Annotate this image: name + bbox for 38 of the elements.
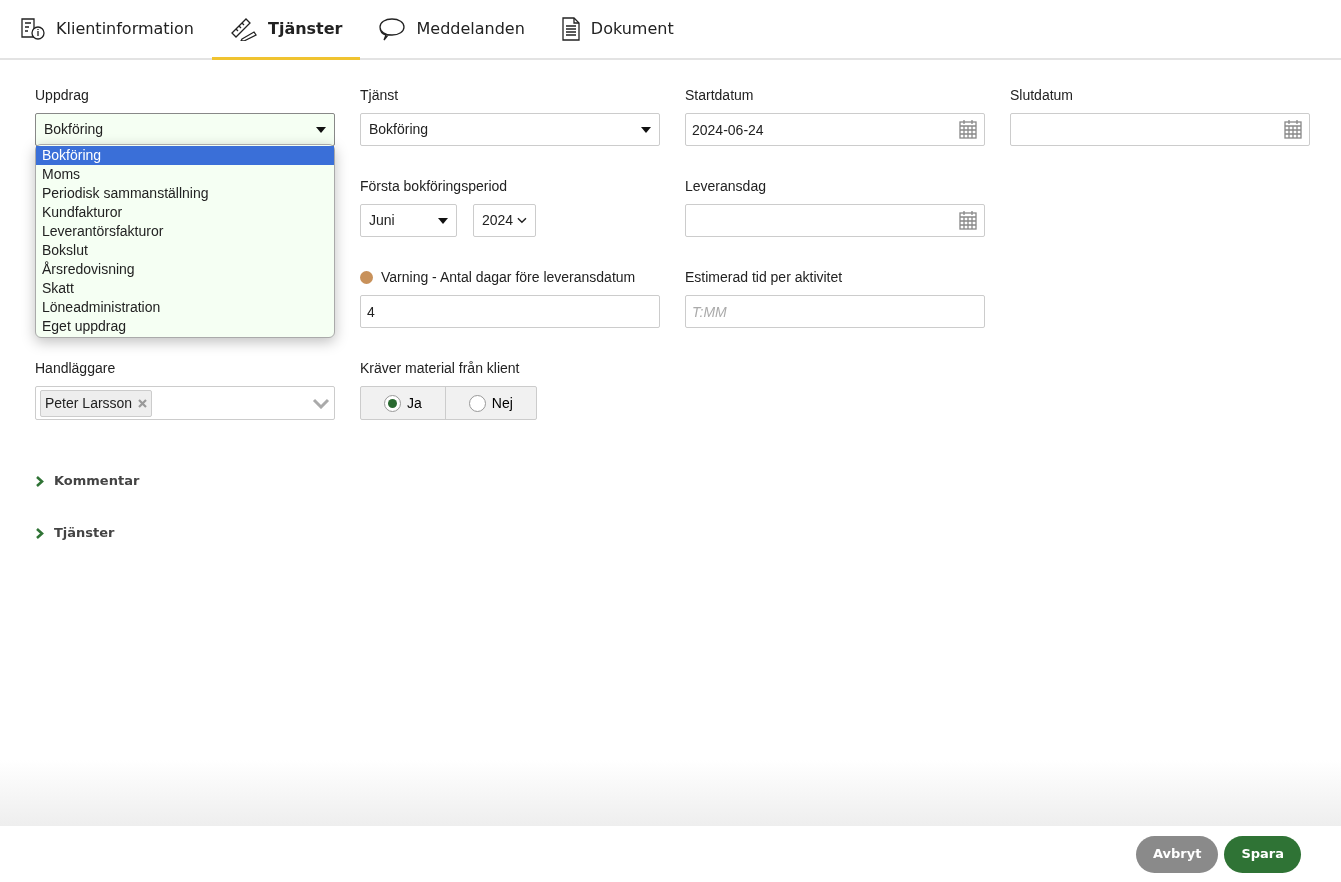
dropdown-option[interactable]: Årsredovisning <box>36 260 334 279</box>
field-label: Kräver material från klient <box>360 359 521 378</box>
section-toggle[interactable]: Kommentar <box>0 455 175 507</box>
dropdown-option[interactable]: Periodisk sammanställning <box>36 184 334 203</box>
tab[interactable]: Klientinformation <box>2 0 212 60</box>
dropdown-option[interactable]: Bokföring <box>36 146 334 165</box>
dropdown-option[interactable]: Kundfakturor <box>36 203 334 222</box>
month-select[interactable]: Juni <box>360 204 457 237</box>
field-label: Varning - Antal dagar före leveransdatum <box>381 268 636 287</box>
tab[interactable]: Dokument <box>542 0 692 60</box>
field-label: Estimerad tid per aktivitet <box>685 268 844 287</box>
select-field[interactable]: Bokföring <box>35 113 335 146</box>
field-label: Slutdatum <box>1010 86 1075 105</box>
dropdown-option[interactable]: Löneadministration <box>36 298 334 317</box>
dropdown-option[interactable]: Moms <box>36 165 334 184</box>
time-field[interactable]: T:MM <box>685 295 985 328</box>
save-button[interactable]: Spara <box>1224 835 1301 873</box>
dropdown-option[interactable]: Leverantörsfakturor <box>36 222 334 241</box>
tab[interactable]: Meddelanden <box>360 0 543 60</box>
field-label: Handläggare <box>35 359 117 378</box>
year-select[interactable]: 2024 <box>473 204 536 237</box>
multiselect-field[interactable]: Peter Larsson <box>35 386 335 420</box>
tab[interactable]: Tjänster <box>212 0 361 60</box>
radio-option[interactable]: Nej <box>444 387 536 419</box>
tag[interactable]: Peter Larsson <box>40 389 153 417</box>
date-field[interactable]: 2024-06-24 <box>685 113 985 146</box>
section-toggle[interactable]: Tjänster <box>0 507 150 559</box>
field-label: Tjänst <box>360 86 400 105</box>
field-label: Första bokföringsperiod <box>360 177 509 196</box>
dropdown-option[interactable]: Skatt <box>36 279 334 298</box>
field-label: Uppdrag <box>35 86 90 105</box>
number-field[interactable]: 4 <box>360 295 660 328</box>
field-label: Startdatum <box>685 86 755 105</box>
select-field[interactable]: Bokföring <box>360 113 660 146</box>
field-label: Leveransdag <box>685 177 767 196</box>
dropdown-option[interactable]: Bokslut <box>36 241 334 260</box>
dropdown-option[interactable]: Eget uppdrag <box>36 317 334 336</box>
radio-option[interactable]: Ja <box>361 387 445 419</box>
